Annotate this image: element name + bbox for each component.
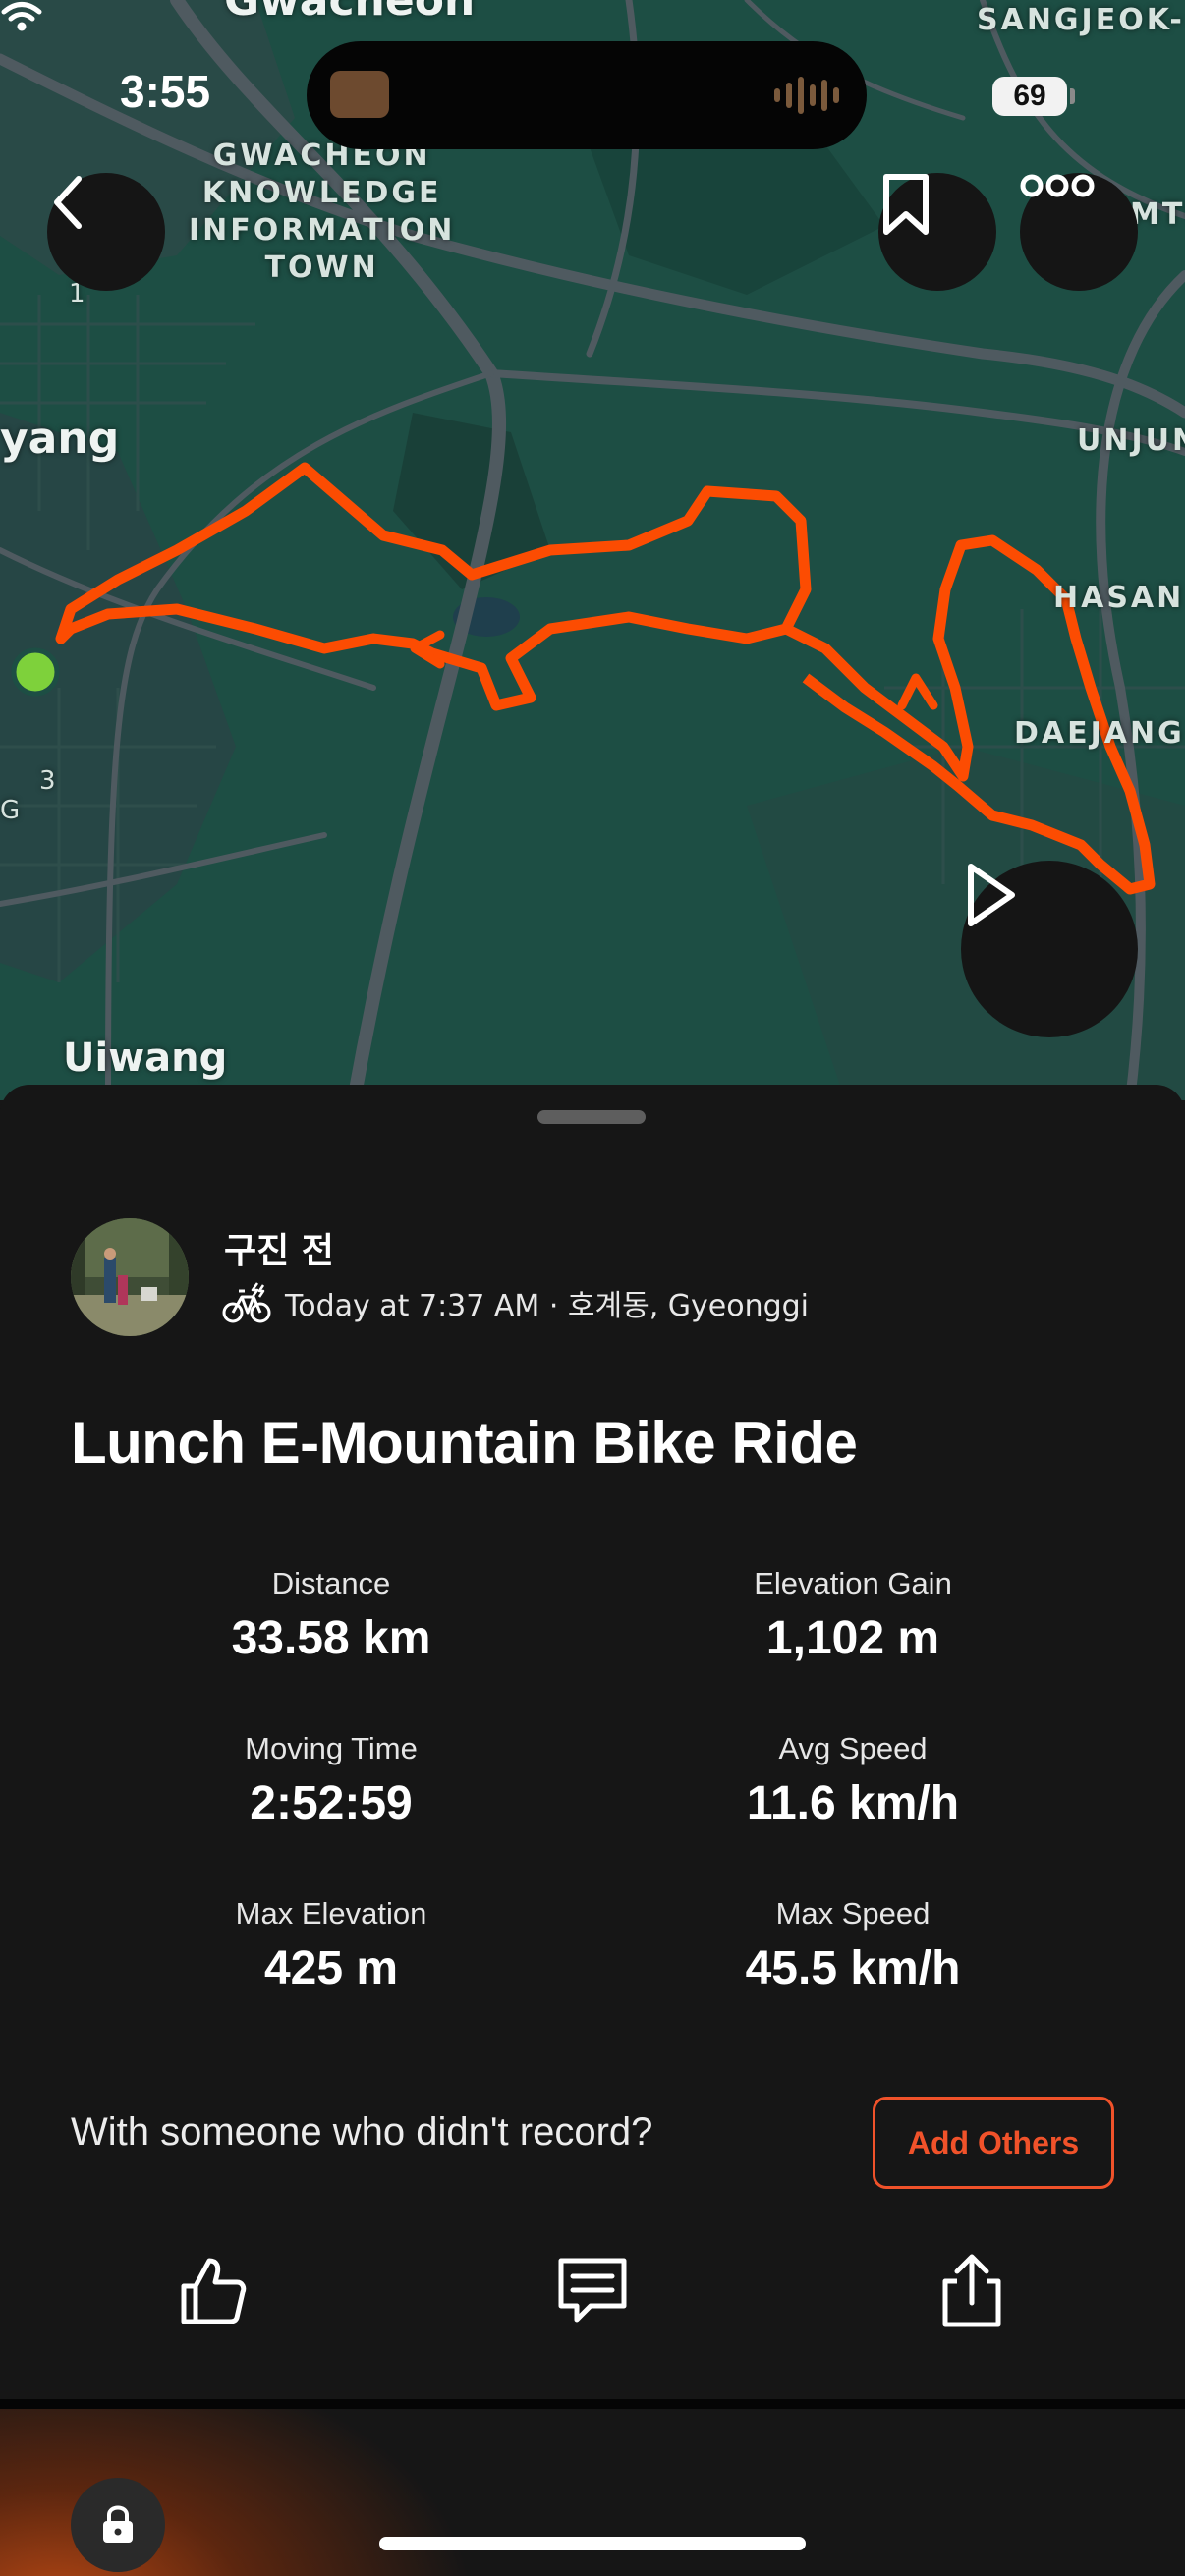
privacy-lock-button[interactable] (71, 2478, 165, 2572)
add-others-prompt: With someone who didn't record? (71, 2110, 653, 2154)
map-label-gwacheon: Gwacheon (224, 0, 476, 26)
activity-meta: Today at 7:37 AM · 호계동, Gyeonggi (222, 1281, 809, 1324)
audio-wave-icon (774, 75, 839, 116)
chevron-left-icon (54, 176, 82, 229)
more-options-icon (1020, 174, 1095, 197)
next-section-preview (0, 2409, 1185, 2576)
avatar-photo (71, 1218, 189, 1336)
start-marker (11, 647, 60, 697)
map-label-knowledge-town: GWACHEON KNOWLEDGE INFORMATION TOWN (189, 139, 456, 285)
map-label-route-3: 3 (39, 766, 56, 796)
share-button[interactable] (928, 2246, 1016, 2334)
play-icon (968, 864, 1015, 926)
stat-max-speed: Max Speed 45.5 km/h (656, 1894, 1049, 2000)
back-button[interactable] (47, 173, 165, 291)
stat-value: 2:52:59 (250, 1777, 413, 1829)
map-label-uiwang: Uiwang (63, 1036, 228, 1081)
stat-moving-time: Moving Time 2:52:59 (135, 1729, 528, 1835)
stat-max-elevation: Max Elevation 425 m (135, 1894, 528, 2000)
stat-avg-speed: Avg Speed 11.6 km/h (656, 1729, 1049, 1835)
sheet-grabber[interactable] (537, 1110, 646, 1124)
stat-elevation-gain: Elevation Gain 1,102 m (656, 1564, 1049, 1670)
home-indicator[interactable] (379, 2537, 806, 2550)
stat-value: 1,102 m (765, 1612, 940, 1664)
dynamic-island (307, 41, 867, 149)
map-label-unjung: UNJUN (1077, 423, 1185, 458)
flyover-play-button[interactable] (961, 861, 1138, 1037)
activity-detail-screen: Gwacheon GWACHEON KNOWLEDGE INFORMATION … (0, 0, 1185, 2576)
map-label-hasan: HASAN (1053, 581, 1185, 615)
activity-title: Lunch E-Mountain Bike Ride (71, 1410, 858, 1476)
athlete-avatar[interactable] (71, 1218, 189, 1336)
lock-icon (103, 2505, 133, 2543)
stat-label: Max Speed (775, 1896, 931, 1931)
athlete-name[interactable]: 구진 전 (224, 1222, 334, 1273)
stat-value: 425 m (263, 1942, 399, 1994)
stat-label: Avg Speed (778, 1731, 928, 1765)
more-options-button[interactable] (1020, 173, 1138, 291)
stat-label: Max Elevation (235, 1896, 427, 1931)
battery-tip (1070, 88, 1075, 104)
stat-value: 33.58 km (231, 1612, 431, 1664)
stat-value: 45.5 km/h (745, 1942, 961, 1994)
map-label-anyang: yang (0, 414, 120, 464)
status-time: 3:55 (120, 66, 211, 117)
share-icon (942, 2254, 1001, 2327)
e-bike-icon (222, 1282, 271, 1323)
map-label-edge-g: G (0, 796, 21, 825)
map-label-sangjeok: SANGJEOK- (977, 3, 1185, 37)
stat-label: Elevation Gain (754, 1566, 952, 1600)
add-others-button[interactable]: Add Others (873, 2097, 1114, 2189)
now-playing-artwork (330, 71, 389, 118)
activity-meta-text: Today at 7:37 AM · 호계동, Gyeonggi (285, 1289, 810, 1323)
map-label-mto: MTO (1130, 197, 1185, 232)
map-label-daejang: DAEJANG (1014, 716, 1185, 751)
section-divider (0, 2399, 1185, 2409)
stat-value: 11.6 km/h (746, 1777, 960, 1829)
wifi-icon (1, 2, 42, 31)
stat-label: Moving Time (245, 1731, 418, 1765)
activity-sheet: 구진 전 Today at 7:37 AM · 호계동, Gyeonggi Lu… (0, 1085, 1185, 2399)
bookmark-button[interactable] (878, 173, 996, 291)
route-map[interactable]: Gwacheon GWACHEON KNOWLEDGE INFORMATION … (0, 0, 1185, 1100)
comment-button[interactable] (548, 2246, 637, 2334)
stat-distance: Distance 33.58 km (135, 1564, 528, 1670)
bookmark-icon (883, 174, 929, 235)
comment-icon (558, 2258, 627, 2323)
kudos-button[interactable] (169, 2246, 257, 2334)
stat-label: Distance (271, 1566, 391, 1600)
battery-indicator: 69 (992, 77, 1067, 116)
thumbs-up-icon (181, 2258, 247, 2324)
